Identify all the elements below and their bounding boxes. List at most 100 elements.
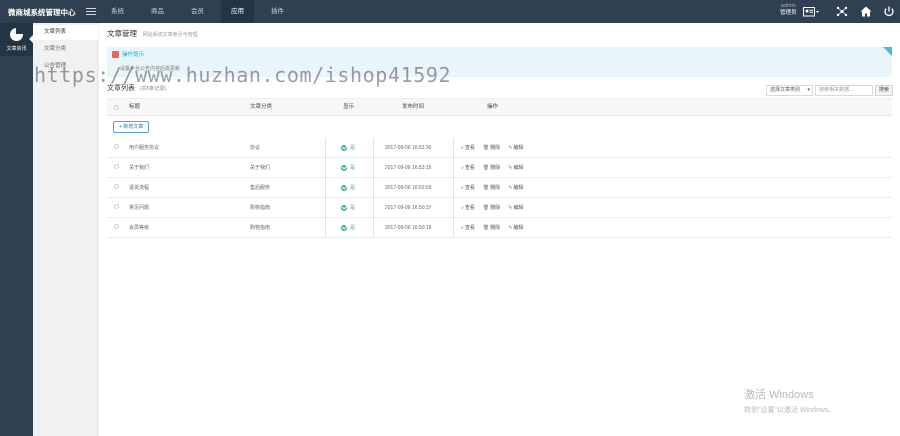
- edit-icon: ✎: [508, 145, 513, 151]
- rail-item-label: 文章资讯: [6, 46, 27, 52]
- nav-item-goods[interactable]: 商品: [141, 0, 174, 23]
- tips-header[interactable]: 操作提示: [112, 50, 144, 59]
- delete-button[interactable]: 🗑删除: [483, 205, 500, 211]
- delete-button[interactable]: 🗑删除: [483, 225, 500, 231]
- row-show-status[interactable]: 是: [341, 158, 355, 178]
- nav-item-plugins[interactable]: 插件: [261, 0, 294, 23]
- view-button[interactable]: ⌕查看: [461, 165, 475, 171]
- row-show-status[interactable]: 是: [341, 218, 355, 238]
- delete-button[interactable]: 🗑删除: [483, 145, 500, 151]
- row-select-radio[interactable]: [114, 184, 119, 189]
- search-button[interactable]: 搜索: [875, 85, 894, 96]
- check-circle-icon: [341, 204, 347, 211]
- top-bar: 微商城系统管理中心 系统 商品 会员 应用 插件 admin 管理员: [0, 0, 900, 23]
- row-select-radio[interactable]: [114, 144, 119, 149]
- col-title: 标题: [129, 104, 141, 110]
- view-button[interactable]: ⌕查看: [461, 205, 475, 211]
- page-subtitle: 网站系统文章索引与管理: [142, 32, 198, 38]
- view-button[interactable]: ⌕查看: [461, 145, 475, 151]
- edit-icon: ✎: [508, 225, 513, 231]
- profile-card-icon[interactable]: [803, 6, 819, 17]
- column-divider: [453, 218, 454, 238]
- nav-item-apps[interactable]: 应用: [221, 0, 254, 23]
- main-content: 文章管理 网站系统文章索引与管理 操作提示 设置平台公告内容后需更新 文章列表 …: [34, 23, 900, 436]
- top-nav: 系统 商品 会员 应用 插件: [101, 0, 301, 23]
- sidebar-item-article-list[interactable]: 文章列表: [33, 25, 98, 40]
- row-select-radio[interactable]: [114, 224, 119, 229]
- page-title: 文章管理: [107, 29, 137, 38]
- check-circle-icon: [341, 144, 347, 151]
- view-button[interactable]: ⌕查看: [461, 185, 475, 191]
- column-divider: [325, 218, 326, 238]
- row-title: 常见问题: [129, 205, 150, 211]
- add-article-button[interactable]: + 新增文章: [113, 121, 150, 133]
- view-label: 查看: [464, 165, 475, 171]
- row-actions: ⌕查看 🗑删除 ✎编辑: [461, 198, 531, 218]
- edit-button[interactable]: ✎编辑: [508, 205, 523, 211]
- row-title: 关于我们: [129, 165, 150, 171]
- col-show: 显示: [343, 104, 355, 110]
- windows-activation-notice: 激活 Windows 转到"设置"以激活 Windows。: [744, 386, 835, 415]
- column-divider: [325, 158, 326, 178]
- search-input[interactable]: 搜索相关数据...: [815, 85, 873, 96]
- home-icon[interactable]: [860, 6, 872, 17]
- row-show-status[interactable]: 是: [341, 138, 355, 158]
- user-role: 管理员: [780, 10, 797, 16]
- edit-button[interactable]: ✎编辑: [508, 165, 523, 171]
- delete-button[interactable]: 🗑删除: [483, 165, 500, 171]
- table-row: 用户服务协议 协议 是 2017-09-06 16:53:30 ⌕查看 🗑删除 ✎编辑: [107, 138, 892, 158]
- power-icon[interactable]: [883, 6, 895, 17]
- watermark-text: https://www.huzhan.com/ishop41592: [34, 63, 452, 87]
- share-icon[interactable]: [836, 6, 848, 17]
- table-row: 关于我们 关于我们 是 2017-09-06 16:53:15 ⌕查看 🗑删除 ✎编辑: [107, 158, 892, 178]
- nav-item-system[interactable]: 系统: [101, 0, 134, 23]
- user-menu[interactable]: admin 管理员: [780, 3, 797, 17]
- edit-button[interactable]: ✎编辑: [508, 225, 523, 231]
- row-time: 2017-09-06 16:53:30: [385, 145, 432, 151]
- row-show-label: 是: [350, 205, 356, 211]
- check-circle-icon: [341, 224, 347, 231]
- edit-button[interactable]: ✎编辑: [508, 185, 523, 191]
- select-all-radio[interactable]: [114, 105, 119, 110]
- column-divider: [453, 198, 454, 218]
- table-row: 常见问题 购物指南 是 2017-09-06 16:50:37 ⌕查看 🗑删除 ✎编辑: [107, 198, 892, 218]
- delete-button[interactable]: 🗑删除: [483, 185, 500, 191]
- edit-button[interactable]: ✎编辑: [508, 145, 523, 151]
- column-divider: [325, 178, 326, 198]
- row-select-radio[interactable]: [114, 164, 119, 169]
- menu-toggle-icon[interactable]: [86, 6, 96, 16]
- chevron-down-icon: ▾: [807, 87, 810, 93]
- view-button[interactable]: ⌕查看: [461, 225, 475, 231]
- category-select-value: 选择文章类别: [770, 87, 801, 93]
- search-icon: ⌕: [461, 225, 464, 231]
- column-divider: [453, 178, 454, 198]
- table-row: 退货流程 售后服务 是 2017-09-06 16:52:59 ⌕查看 🗑删除 ✎编辑: [107, 178, 892, 198]
- search-icon: ⌕: [461, 205, 464, 211]
- row-show-label: 是: [350, 225, 356, 231]
- row-show-status[interactable]: 是: [341, 198, 355, 218]
- row-show-status[interactable]: 是: [341, 178, 355, 198]
- check-circle-icon: [341, 164, 347, 171]
- trash-icon: 🗑: [482, 225, 490, 231]
- edit-label: 编辑: [513, 205, 524, 211]
- category-select[interactable]: 选择文章类别 ▾: [766, 85, 813, 96]
- view-label: 查看: [464, 225, 475, 231]
- nav-item-members[interactable]: 会员: [181, 0, 214, 23]
- column-divider: [373, 198, 374, 218]
- module-rail: 文章资讯: [0, 23, 33, 436]
- collapse-corner-icon[interactable]: [883, 47, 892, 56]
- delete-label: 删除: [490, 185, 501, 191]
- row-select-radio[interactable]: [114, 204, 119, 209]
- row-title: 用户服务协议: [129, 145, 160, 151]
- sidebar-item-article-category[interactable]: 文章分类: [33, 42, 98, 57]
- row-time: 2017-09-06 16:52:59: [385, 185, 432, 191]
- col-time: 发布时间: [402, 104, 425, 110]
- delete-label: 删除: [490, 165, 501, 171]
- row-time: 2017-09-06 16:50:16: [385, 225, 432, 231]
- check-circle-icon: [341, 184, 347, 191]
- row-category: 协议: [250, 145, 261, 151]
- edit-icon: ✎: [508, 205, 513, 211]
- view-label: 查看: [464, 145, 475, 151]
- column-divider: [373, 138, 374, 158]
- row-show-label: 是: [350, 145, 356, 151]
